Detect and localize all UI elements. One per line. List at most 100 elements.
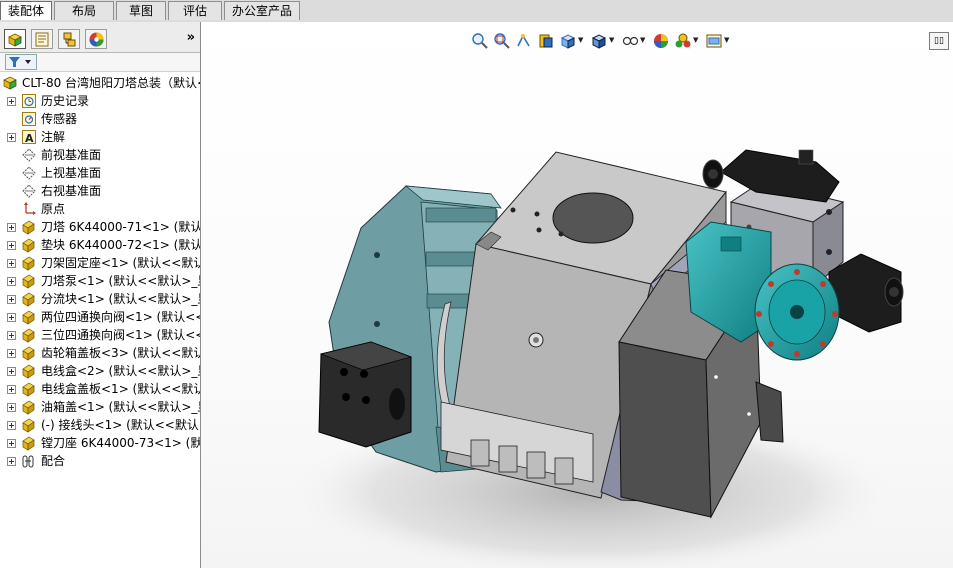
part-icon: [22, 274, 35, 289]
tree-item-annotations[interactable]: A 注解: [0, 128, 200, 146]
configurationmanager-tab[interactable]: [58, 29, 80, 49]
appearance-tab[interactable]: [85, 29, 107, 49]
tree-item-origin[interactable]: 原点: [0, 200, 200, 218]
tree-item-label: 上视基准面: [41, 166, 102, 180]
expand-toggle[interactable]: [7, 349, 16, 358]
tree-root-assembly[interactable]: CLT-80 台湾旭阳刀塔总装（默认<: [0, 74, 200, 92]
plane-icon: [22, 184, 36, 198]
expand-toggle[interactable]: [7, 331, 16, 340]
tree-item-part[interactable]: 油箱盖<1> (默认<<默认>_显: [0, 398, 200, 416]
tree-item-label: (-) 接线头<1> (默认<<默认>: [41, 418, 201, 432]
part-icon: [22, 400, 35, 415]
tree-item-label: 前视基准面: [41, 148, 102, 162]
tree-item-part[interactable]: 刀架固定座<1> (默认<<默认: [0, 254, 200, 272]
property-manager-icon: [35, 32, 49, 47]
tree-item-part[interactable]: (-) 接线头<1> (默认<<默认>: [0, 416, 200, 434]
filter-button[interactable]: [5, 54, 37, 70]
tree-item-label: 齿轮箱盖板<3> (默认<<默认: [41, 346, 201, 360]
tree-item-front-plane[interactable]: 前视基准面: [0, 146, 200, 164]
command-manager-tabs: 装配体 布局 草图 评估 办公室产品: [0, 0, 953, 23]
expand-toggle[interactable]: [7, 385, 16, 394]
tree-item-part[interactable]: 三位四通换向阀<1> (默认<<: [0, 326, 200, 344]
plane-icon: [22, 148, 36, 162]
turret-assembly-model[interactable]: [201, 22, 953, 568]
tree-item-label: 配合: [41, 454, 66, 468]
expand-toggle[interactable]: [7, 133, 16, 142]
expand-toggle[interactable]: [7, 367, 16, 376]
part-icon: [22, 256, 35, 271]
expand-panel-button[interactable]: »: [187, 30, 195, 45]
tree-item-label: 右视基准面: [41, 184, 102, 198]
tab-sketch[interactable]: 草图: [116, 1, 166, 20]
part-icon: [22, 292, 35, 307]
tree-item-sensors[interactable]: 传感器: [0, 110, 200, 128]
sensor-icon: [22, 112, 36, 126]
appearance-wheel-icon: [89, 32, 104, 47]
tree-item-part[interactable]: 分流块<1> (默认<<默认>_显: [0, 290, 200, 308]
part-icon: [22, 310, 35, 325]
tab-label: 评估: [182, 4, 207, 18]
assembly-tree-icon: [8, 33, 22, 47]
filter-bar: [0, 53, 200, 72]
expand-toggle[interactable]: [7, 97, 16, 106]
part-icon: [22, 418, 35, 433]
tab-office-products[interactable]: 办公室产品: [224, 1, 300, 20]
plane-icon: [22, 166, 36, 180]
tree-item-label: 两位四通换向阀<1> (默认<<: [41, 310, 201, 324]
expand-toggle[interactable]: [7, 295, 16, 304]
tree-item-label: 刀塔 6K44000-71<1> (默认-: [41, 220, 201, 234]
featuremanager-tab[interactable]: [4, 29, 26, 49]
expand-toggle[interactable]: [7, 457, 16, 466]
tree-item-top-plane[interactable]: 上视基准面: [0, 164, 200, 182]
tab-evaluate[interactable]: 评估: [168, 1, 222, 20]
graphics-area[interactable]: ▼ ▼ ▼ ▼ ▼ ▯▯: [201, 22, 953, 568]
tree-item-label: 分流块<1> (默认<<默认>_显: [41, 292, 201, 306]
tree-item-label: 三位四通换向阀<1> (默认<<: [41, 328, 201, 342]
configuration-manager-icon: [63, 32, 76, 47]
part-icon: [22, 346, 35, 361]
panel-tab-bar: »: [0, 22, 200, 53]
tree-item-label: 电线盒<2> (默认<<默认>_显: [41, 364, 201, 378]
origin-icon: [24, 202, 36, 215]
part-icon: [22, 436, 35, 451]
tree-item-label: 刀架固定座<1> (默认<<默认: [41, 256, 201, 270]
tab-assembly[interactable]: 装配体: [0, 1, 52, 20]
tree-item-part[interactable]: 电线盒盖板<1> (默认<<默认: [0, 380, 200, 398]
assembly-icon: [3, 76, 17, 90]
expand-toggle[interactable]: [7, 223, 16, 232]
tab-layout[interactable]: 布局: [54, 1, 114, 20]
tree-item-part[interactable]: 镗刀座 6K44000-73<1> (默认: [0, 434, 200, 452]
expand-toggle[interactable]: [7, 313, 16, 322]
tree-item-label: 历史记录: [41, 94, 90, 108]
expand-toggle[interactable]: [7, 259, 16, 268]
expand-toggle[interactable]: [7, 277, 16, 286]
tree-item-part[interactable]: 两位四通换向阀<1> (默认<<: [0, 308, 200, 326]
svg-text:A: A: [25, 132, 34, 145]
tab-label: 草图: [128, 4, 153, 18]
tree-item-mates[interactable]: 配合: [0, 452, 200, 470]
tree-item-label: 刀塔泵<1> (默认<<默认>_显: [41, 274, 201, 288]
history-icon: [22, 94, 36, 108]
part-icon: [22, 382, 35, 397]
tree-item-part[interactable]: 刀塔 6K44000-71<1> (默认-: [0, 218, 200, 236]
funnel-filter-icon: [9, 57, 31, 67]
expand-toggle[interactable]: [7, 439, 16, 448]
boring-tool-holder[interactable]: [318, 341, 413, 448]
tree-item-label: 注解: [41, 130, 66, 144]
annotation-icon: A: [22, 130, 36, 145]
tree-item-part[interactable]: 垫块 6K44000-72<1> (默认-: [0, 236, 200, 254]
lower-solenoid-valve[interactable]: [828, 253, 904, 333]
expand-toggle[interactable]: [7, 241, 16, 250]
expand-toggle[interactable]: [7, 403, 16, 412]
tree-item-history[interactable]: 历史记录: [0, 92, 200, 110]
propertymanager-tab[interactable]: [31, 29, 53, 49]
part-icon: [22, 220, 35, 235]
tree-item-part[interactable]: 刀塔泵<1> (默认<<默认>_显: [0, 272, 200, 290]
expand-toggle[interactable]: [7, 421, 16, 430]
tree-item-part[interactable]: 齿轮箱盖板<3> (默认<<默认: [0, 344, 200, 362]
tree-item-part[interactable]: 电线盒<2> (默认<<默认>_显: [0, 362, 200, 380]
tree-item-label: 垫块 6K44000-72<1> (默认-: [41, 238, 201, 252]
tree-item-right-plane[interactable]: 右视基准面: [0, 182, 200, 200]
tab-label: 布局: [71, 4, 96, 18]
tree-item-label: 电线盒盖板<1> (默认<<默认: [41, 382, 201, 396]
